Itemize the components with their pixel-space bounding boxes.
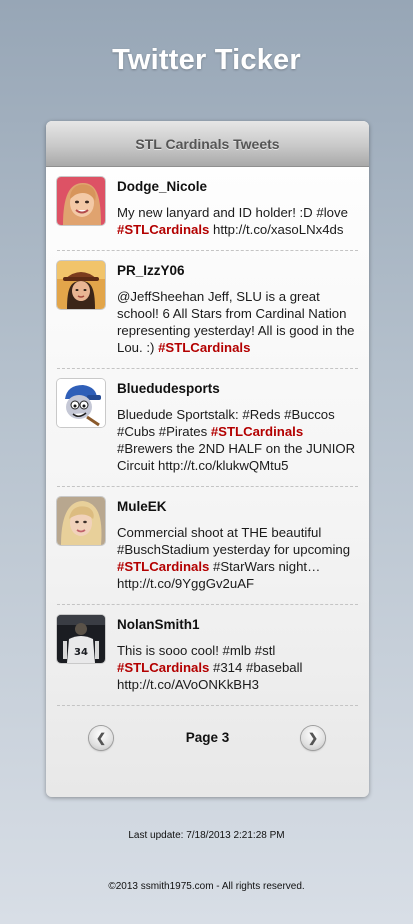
tweet-username[interactable]: NolanSmith1 xyxy=(117,617,358,632)
tweet-text-segment: http://t.co/xasoLNx4ds xyxy=(209,222,344,237)
tweet-text: Commercial shoot at THE beautiful #Busch… xyxy=(117,524,358,592)
tweet-text-segment: Commercial shoot at THE beautiful #Busch… xyxy=(117,525,351,557)
svg-text:34: 34 xyxy=(74,647,88,658)
hashtag-link[interactable]: #STLCardinals xyxy=(211,424,303,439)
panel-header-title: STL Cardinals Tweets xyxy=(135,135,280,152)
hashtag-link[interactable]: #STLCardinals xyxy=(158,340,250,355)
woman-hat-avatar[interactable] xyxy=(57,261,105,309)
blonde-portrait-avatar[interactable] xyxy=(57,497,105,545)
tweets-panel: STL Cardinals Tweets Dodge_Nicole My new… xyxy=(46,121,369,797)
tweet-text: My new lanyard and ID holder! :D #love #… xyxy=(117,204,358,238)
tweet-username[interactable]: PR_IzzY06 xyxy=(117,263,358,278)
chevron-right-icon: ❯ xyxy=(307,731,319,745)
tweet-item: PR_IzzY06 @JeffSheehan Jeff, SLU is a gr… xyxy=(57,251,358,369)
tweet-list: Dodge_Nicole My new lanyard and ID holde… xyxy=(46,167,369,706)
tweet-text: Bluedude Sportstalk: #Reds #Buccos #Cubs… xyxy=(117,406,358,474)
next-page-button[interactable]: ❯ xyxy=(301,726,325,750)
last-update-text: Last update: 7/18/2013 2:21:28 PM xyxy=(128,830,285,841)
hashtag-link[interactable]: #STLCardinals xyxy=(117,559,209,574)
tweet-text-segment: My new lanyard and ID holder! :D #love xyxy=(117,205,348,220)
tweet-text: @JeffSheehan Jeff, SLU is a great school… xyxy=(117,288,358,356)
player-jersey-avatar[interactable]: 34 xyxy=(57,615,105,663)
tweet-username[interactable]: Dodge_Nicole xyxy=(117,179,358,194)
woman-portrait-avatar[interactable] xyxy=(57,177,105,225)
tweet-item: MuleEK Commercial shoot at THE beautiful… xyxy=(57,487,358,605)
hashtag-link[interactable]: #STLCardinals xyxy=(117,660,209,675)
copyright-text: ©2013 ssmith1975.com - All rights reserv… xyxy=(108,881,305,892)
panel-header: STL Cardinals Tweets xyxy=(46,121,369,167)
tweet-item: Dodge_Nicole My new lanyard and ID holde… xyxy=(57,167,358,251)
tweet-item: Bluedudesports Bluedude Sportstalk: #Red… xyxy=(57,369,358,487)
tweet-text-segment: #Brewers the 2ND HALF on the JUNIOR Circ… xyxy=(117,441,356,473)
hashtag-link[interactable]: #STLCardinals xyxy=(117,222,209,237)
tweet-text-segment: This is sooo cool! #mlb #stl xyxy=(117,643,276,658)
tweet-item: 34 NolanSmith1 This is sooo cool! #mlb #… xyxy=(57,605,358,706)
cartoon-avatar[interactable] xyxy=(57,379,105,427)
tweet-username[interactable]: Bluedudesports xyxy=(117,381,358,396)
tweet-text: This is sooo cool! #mlb #stl #STLCardina… xyxy=(117,642,358,693)
app-title: Twitter Ticker xyxy=(112,44,301,76)
pager: ❮ Page 3 ❯ xyxy=(46,706,369,768)
tweet-username[interactable]: MuleEK xyxy=(117,499,358,514)
